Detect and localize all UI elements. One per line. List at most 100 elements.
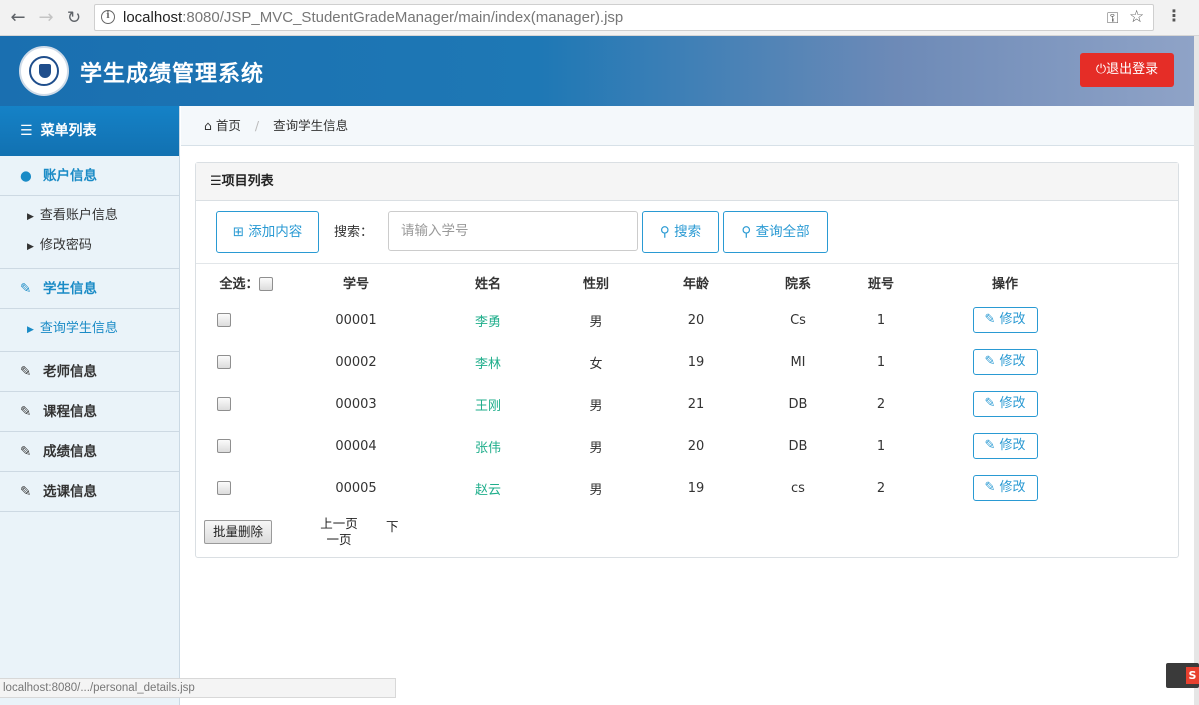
row-checkbox[interactable] bbox=[217, 439, 231, 453]
info-icon[interactable]: i bbox=[101, 10, 115, 24]
sidebar-group-account[interactable]: ● 账户信息 bbox=[0, 156, 179, 196]
forward-arrow-icon[interactable]: → bbox=[36, 8, 56, 28]
sidebar-item-label: 修改密码 bbox=[39, 238, 92, 253]
cell-class: 1 bbox=[876, 354, 886, 370]
cell-class: 2 bbox=[876, 480, 886, 496]
cell-gender: 男 bbox=[589, 398, 603, 414]
search-label: 搜索： bbox=[334, 225, 374, 240]
next-page-link[interactable]: 下 bbox=[386, 516, 399, 535]
sidebar-group-course[interactable]: ✎ 课程信息 bbox=[0, 392, 179, 432]
table-row: 00005 赵云 男 19 cs 2 ✎ 修改 bbox=[196, 467, 1180, 509]
edit-button[interactable]: ✎ 修改 bbox=[972, 307, 1038, 333]
sidebar-group-label: 选课信息 bbox=[43, 484, 97, 500]
sidebar-header: ☰ 菜单列表 bbox=[0, 106, 179, 156]
app-title: 学生成绩管理系统 bbox=[80, 62, 265, 87]
sidebar-group-label: 老师信息 bbox=[43, 364, 97, 380]
edit-label: 修改 bbox=[999, 312, 1026, 327]
list-icon: ☰ bbox=[210, 174, 222, 189]
table-row: 00004 张伟 男 20 DB 1 ✎ 修改 bbox=[196, 425, 1180, 467]
back-arrow-icon[interactable]: ← bbox=[8, 8, 28, 28]
edit-icon: ✎ bbox=[984, 312, 996, 327]
search-icon: ⚲ bbox=[659, 224, 670, 240]
app-header: 学生成绩管理系统 ⏻退出登录 bbox=[0, 36, 1194, 106]
cell-dept: Cs bbox=[790, 312, 806, 328]
browser-toolbar: ← → ↻ i localhost:8080/JSP_MVC_StudentGr… bbox=[0, 0, 1199, 36]
edit-label: 修改 bbox=[999, 354, 1026, 369]
edit-icon: ✎ bbox=[984, 438, 996, 453]
column-header-spacer bbox=[1084, 265, 1180, 299]
cell-class: 1 bbox=[876, 312, 886, 328]
prev-page-label: 上一页 bbox=[320, 516, 358, 531]
row-select-cell bbox=[196, 425, 296, 467]
cell-age: 21 bbox=[687, 396, 705, 412]
cell-dept: DB bbox=[788, 438, 808, 454]
logo-ring bbox=[29, 56, 59, 86]
home-icon: ⌂ bbox=[204, 118, 212, 133]
sidebar-submenu-account: ▶ 查看账户信息 ▶ 修改密码 bbox=[0, 196, 179, 269]
sidebar-group-student[interactable]: ✎ 学生信息 bbox=[0, 269, 179, 309]
cell-ops: ✎ 修改 bbox=[926, 299, 1084, 341]
breadcrumb-home[interactable]: 首页 bbox=[216, 118, 241, 133]
url-path: :8080/JSP_MVC_StudentGradeManager/main/i… bbox=[182, 9, 624, 26]
row-checkbox[interactable] bbox=[217, 355, 231, 369]
edit-button[interactable]: ✎ 修改 bbox=[972, 475, 1038, 501]
cell-name[interactable]: 赵云 bbox=[416, 467, 560, 509]
browser-menu-icon[interactable]: ⋮ bbox=[1166, 6, 1182, 25]
cell-spacer bbox=[1084, 425, 1180, 467]
address-url[interactable]: localhost:8080/JSP_MVC_StudentGradeManag… bbox=[123, 9, 623, 26]
row-checkbox[interactable] bbox=[217, 313, 231, 327]
search-input[interactable] bbox=[388, 211, 638, 251]
sidebar-item-view-account[interactable]: ▶ 查看账户信息 bbox=[0, 204, 179, 234]
cell-name[interactable]: 李勇 bbox=[416, 299, 560, 341]
school-logo bbox=[19, 46, 69, 96]
prev-page-link[interactable]: 上一页 一页 bbox=[313, 516, 365, 548]
key-icon[interactable]: ⚿ bbox=[1107, 9, 1118, 27]
cell-ops: ✎ 修改 bbox=[926, 467, 1084, 509]
cell-spacer bbox=[1084, 299, 1180, 341]
sidebar-group-label: 学生信息 bbox=[43, 281, 97, 297]
edit-button[interactable]: ✎ 修改 bbox=[972, 391, 1038, 417]
cell-age: 20 bbox=[687, 438, 705, 454]
cell-gender: 男 bbox=[589, 440, 603, 456]
list-icon: ☰ bbox=[20, 123, 33, 139]
batch-delete-button[interactable]: 批量删除 bbox=[204, 520, 272, 544]
column-header-ops: 操作 bbox=[991, 276, 1018, 292]
cell-spacer bbox=[1084, 467, 1180, 509]
sidebar-submenu-student: ▶ 查询学生信息 bbox=[0, 309, 179, 352]
cell-age: 19 bbox=[687, 354, 705, 370]
status-bar-url: localhost:8080/.../personal_details.jsp bbox=[0, 678, 396, 698]
logout-button[interactable]: ⏻退出登录 bbox=[1080, 53, 1174, 87]
sidebar-group-teacher[interactable]: ✎ 老师信息 bbox=[0, 352, 179, 392]
cell-gender: 男 bbox=[589, 314, 603, 330]
select-all-checkbox[interactable] bbox=[258, 277, 273, 291]
address-bar[interactable]: i localhost:8080/JSP_MVC_StudentGradeMan… bbox=[94, 4, 1154, 31]
select-all-label: 全选： bbox=[219, 276, 259, 292]
row-checkbox[interactable] bbox=[217, 481, 231, 495]
sidebar-item-query-student[interactable]: ▶ 查询学生信息 bbox=[0, 317, 179, 347]
search-button[interactable]: ⚲ 搜索 bbox=[642, 211, 719, 253]
column-header-name: 姓名 bbox=[474, 276, 501, 292]
cell-name[interactable]: 张伟 bbox=[416, 425, 560, 467]
add-content-button[interactable]: ⊞ 添加内容 bbox=[216, 211, 319, 253]
row-select-cell bbox=[196, 299, 296, 341]
edit-button[interactable]: ✎ 修改 bbox=[972, 433, 1038, 459]
edit-icon: ✎ bbox=[20, 364, 32, 380]
cell-spacer bbox=[1084, 383, 1180, 425]
query-all-label: 查询全部 bbox=[755, 224, 810, 240]
cell-name[interactable]: 王刚 bbox=[416, 383, 560, 425]
user-icon: ● bbox=[20, 168, 32, 184]
bookmark-star-icon[interactable]: ☆ bbox=[1129, 7, 1144, 27]
edit-button[interactable]: ✎ 修改 bbox=[972, 349, 1038, 375]
reload-icon[interactable]: ↻ bbox=[64, 8, 84, 28]
plus-square-icon: ⊞ bbox=[232, 224, 244, 240]
search-button-label: 搜索 bbox=[674, 224, 702, 240]
sidebar-group-grade[interactable]: ✎ 成绩信息 bbox=[0, 432, 179, 472]
sidebar-item-change-password[interactable]: ▶ 修改密码 bbox=[0, 234, 179, 264]
sidebar-group-selection[interactable]: ✎ 选课信息 bbox=[0, 472, 179, 512]
edit-label: 修改 bbox=[999, 396, 1026, 411]
query-all-button[interactable]: ⚲ 查询全部 bbox=[723, 211, 828, 253]
cell-age: 20 bbox=[687, 312, 705, 328]
cell-name[interactable]: 李林 bbox=[416, 341, 560, 383]
panel-toolbar: ⊞ 添加内容 搜索： ⚲ 搜索 ⚲ 查询全部 bbox=[196, 201, 1178, 264]
row-checkbox[interactable] bbox=[217, 397, 231, 411]
